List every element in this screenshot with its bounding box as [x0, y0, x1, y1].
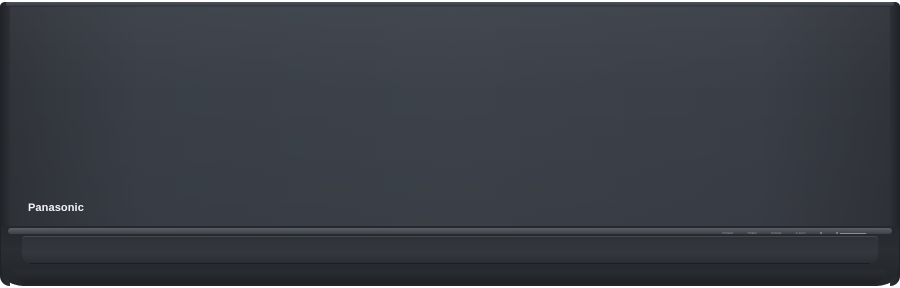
- bottom-lip: [14, 270, 886, 284]
- indicator-power: POWER: [722, 231, 734, 235]
- nanoe-dot-icon: [835, 232, 838, 234]
- indicator-ai-eco: AI ECO: [795, 231, 806, 235]
- indicator-strip: POWER TIMER NANOE AI ECO: [722, 230, 866, 236]
- indicator-light-icon: [819, 232, 822, 234]
- indicator-nanoe: NANOE: [770, 231, 782, 235]
- air-conditioner-photo: Panasonic POWER TIMER NANOE AI ECO: [0, 0, 900, 288]
- panel-sheen: [10, 7, 890, 227]
- nanoe-x-badge: [835, 232, 866, 234]
- top-edge: [6, 2, 894, 6]
- indicator-timer: TIMER: [747, 231, 757, 235]
- brand-logo: Panasonic: [28, 202, 84, 214]
- nanoe-x-wordmark: [839, 232, 866, 234]
- louver-seam: [30, 263, 870, 264]
- air-louver: [22, 236, 878, 264]
